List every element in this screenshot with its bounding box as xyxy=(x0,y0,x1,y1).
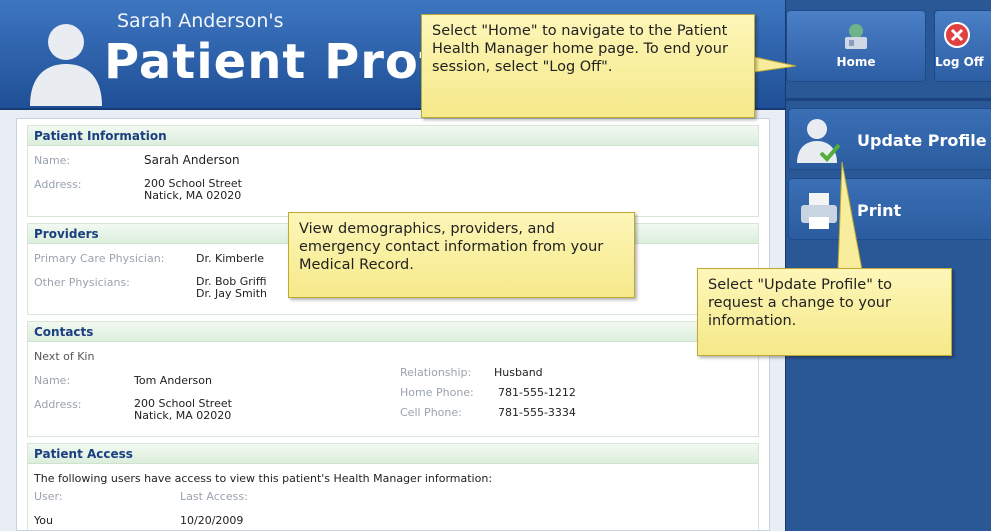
patient-access-section: Patient Access The following users have … xyxy=(27,443,759,530)
section-heading: Contacts xyxy=(28,322,758,342)
patient-name-subtitle: Sarah Anderson's xyxy=(117,10,284,32)
home-icon xyxy=(845,24,867,49)
patient-information-section: Patient Information Name: Sarah Anderson… xyxy=(27,125,759,217)
home-label: Home xyxy=(836,55,876,69)
user-check-icon xyxy=(797,119,841,163)
relationship-label: Relationship: xyxy=(400,366,472,379)
user-avatar-icon xyxy=(30,24,102,106)
address-line2: Natick, MA 02020 xyxy=(144,189,242,202)
next-of-kin-label: Next of Kin xyxy=(34,350,95,363)
sidebar-divider xyxy=(786,98,991,101)
section-heading: Patient Access xyxy=(28,444,758,464)
access-row-last-access: 10/20/2009 xyxy=(180,514,244,527)
home-phone-value: 781-555-1212 xyxy=(498,386,576,399)
home-button[interactable]: Home xyxy=(786,10,926,82)
cell-phone-value: 781-555-3334 xyxy=(498,406,576,419)
callout-update-profile: Select "Update Profile" to request a cha… xyxy=(697,268,952,356)
home-phone-label: Home Phone: xyxy=(400,386,474,399)
close-icon xyxy=(944,22,970,48)
access-row-user: You xyxy=(34,514,53,527)
name-value: Sarah Anderson xyxy=(144,153,240,167)
logoff-button[interactable]: Log Off xyxy=(934,10,991,82)
pcp-label: Primary Care Physician: xyxy=(34,252,165,265)
callout-view-record: View demographics, providers, and emerge… xyxy=(288,212,635,298)
user-column-header: User: xyxy=(34,490,63,503)
logoff-label: Log Off xyxy=(935,55,984,69)
contacts-section: Contacts Next of Kin Name: Tom Anderson … xyxy=(27,321,759,437)
last-access-column-header: Last Access: xyxy=(180,490,248,503)
update-profile-label: Update Profile xyxy=(857,131,987,150)
contact-name-value: Tom Anderson xyxy=(134,374,212,387)
cell-phone-label: Cell Phone: xyxy=(400,406,462,419)
contact-address-label: Address: xyxy=(34,398,82,411)
section-heading: Patient Information xyxy=(28,126,758,146)
callout-home-logoff: Select "Home" to navigate to the Patient… xyxy=(421,14,755,118)
callout-update-pointer xyxy=(837,161,863,271)
relationship-value: Husband xyxy=(494,366,543,379)
profile-content: Patient Information Name: Sarah Anderson… xyxy=(16,118,770,531)
pcp-value: Dr. Kimberle xyxy=(196,252,265,265)
contact-address-line2: Natick, MA 02020 xyxy=(134,409,232,422)
other-physician-2: Dr. Jay Smith xyxy=(196,287,268,300)
name-label: Name: xyxy=(34,154,71,167)
access-description: The following users have access to view … xyxy=(34,472,493,485)
address-label: Address: xyxy=(34,178,82,191)
contact-name-label: Name: xyxy=(34,374,71,387)
other-physicians-label: Other Physicians: xyxy=(34,276,130,289)
